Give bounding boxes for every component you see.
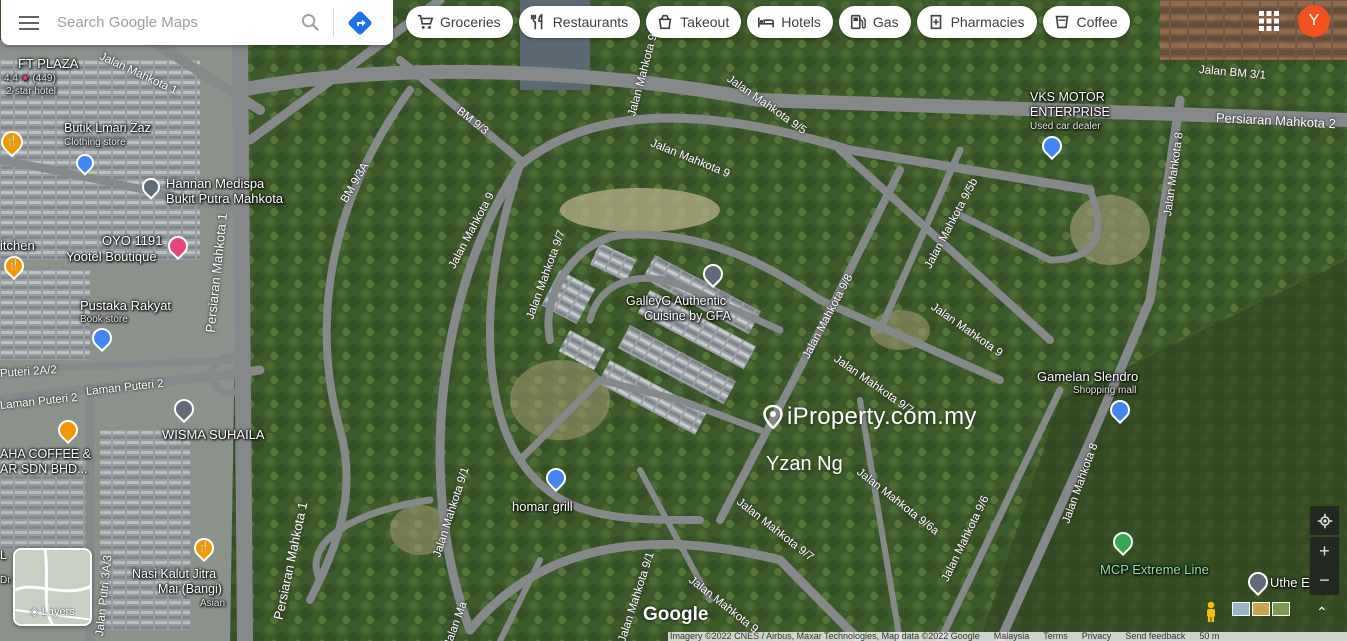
layers-text: Layers	[41, 606, 75, 618]
chip-label: Restaurants	[552, 14, 629, 30]
gas-pump-icon	[850, 14, 866, 30]
chip-groceries[interactable]: Groceries	[406, 6, 513, 38]
poi-name-line2: AR SDN BHD...	[0, 462, 88, 476]
imagery-thumb[interactable]	[1232, 602, 1250, 616]
imagery-credit: Imagery ©2022 CNES / Airbus, Maxar Techn…	[670, 632, 980, 641]
minus-icon: −	[1319, 570, 1330, 590]
chip-takeout[interactable]: Takeout	[646, 6, 742, 38]
poi-name[interactable]: Gamelan Slendro	[1037, 369, 1138, 384]
poi-name-line2: Yootel Boutique	[66, 249, 157, 264]
poi-name[interactable]: AHA COFFEE &	[0, 447, 91, 461]
privacy-link[interactable]: Privacy	[1082, 632, 1112, 641]
google-logo: Google	[643, 604, 709, 625]
layers-button[interactable]: ◈ Layers	[13, 548, 92, 626]
scale-bar[interactable]: 50 m	[1199, 632, 1219, 641]
layers-icon: ◈	[30, 606, 39, 618]
directions-button[interactable]	[334, 0, 386, 45]
poi-type: Asian	[200, 598, 226, 609]
watermark: iProperty.com.my	[763, 403, 977, 431]
poi-type: Used car dealer	[1030, 121, 1101, 132]
poi-name-line2: ENTERPRISE	[1030, 105, 1110, 119]
directions-icon	[348, 11, 372, 34]
poi-type: 2-star hotel	[6, 86, 57, 97]
zoom-in-button[interactable]: +	[1310, 537, 1339, 566]
country-link[interactable]: Malaysia	[994, 632, 1030, 641]
poi-type: Clothing store	[64, 137, 126, 148]
poi-name[interactable]: Uthe E	[1270, 575, 1310, 590]
imagery-thumb[interactable]	[1272, 602, 1290, 616]
poi-type: Shopping mall	[1073, 385, 1137, 396]
location-pin-icon	[763, 405, 783, 429]
category-chips: Groceries Restaurants Takeout Hotels Gas…	[406, 6, 1130, 38]
fork-knife-icon	[530, 13, 543, 30]
crosshair-icon	[1317, 513, 1332, 528]
poi-name[interactable]: Nasi Kalut Jitra	[132, 567, 216, 581]
chip-hotels[interactable]: Hotels	[747, 6, 833, 38]
watermark-user: Yzan Ng	[766, 453, 843, 475]
imagery-thumbnails[interactable]	[1232, 602, 1290, 616]
terms-link[interactable]: Terms	[1043, 632, 1068, 641]
poi-name[interactable]: Pustaka Rakyat	[80, 298, 171, 313]
cart-icon	[417, 14, 434, 29]
menu-button[interactable]	[1, 0, 57, 45]
poi-name-line2: Mai (Bangi)	[158, 582, 222, 596]
poi-name[interactable]: WISMA SUHAILA	[162, 427, 265, 442]
poi-name[interactable]: MCP Extreme Line	[1100, 562, 1209, 577]
poi-rating-value: 4.4	[4, 73, 18, 84]
search-button[interactable]	[287, 0, 333, 45]
takeout-icon	[658, 14, 672, 30]
chip-label: Gas	[872, 14, 899, 30]
poi-review-count: (449)	[32, 73, 56, 84]
poi-name-line2: Dr	[0, 575, 11, 586]
poi-name[interactable]: Hannan Medispa	[166, 176, 264, 191]
pharmacy-icon	[930, 14, 941, 30]
plus-icon: +	[1319, 541, 1330, 561]
attribution-bar: Imagery ©2022 CNES / Airbus, Maxar Techn…	[668, 632, 1347, 641]
poi-name[interactable]: Butik Lmari Zaz	[64, 121, 151, 135]
chip-label: Coffee	[1076, 14, 1118, 30]
chip-label: Pharmacies	[950, 14, 1025, 30]
watermark-site: iProperty.com.my	[787, 403, 977, 430]
poi-name[interactable]: itchen	[0, 238, 35, 253]
account-avatar[interactable]: Y	[1298, 5, 1330, 37]
chip-label: Takeout	[680, 14, 730, 30]
my-location-button[interactable]	[1310, 506, 1339, 535]
imagery-thumb[interactable]	[1252, 602, 1270, 616]
poi-rating: 4.4 ★ (449)	[4, 73, 56, 84]
chip-pharmacies[interactable]: Pharmacies	[916, 6, 1037, 38]
chip-coffee[interactable]: Coffee	[1042, 6, 1130, 38]
poi-name[interactable]: VKS MOTOR	[1030, 90, 1105, 104]
poi-name[interactable]: homar grill	[512, 499, 573, 514]
zoom-out-button[interactable]: −	[1310, 566, 1339, 595]
map-canvas[interactable]: Persiaran Mahkota 2 Jalan BM 3/1 Persiar…	[0, 0, 1347, 641]
layers-label: ◈ Layers	[15, 605, 90, 618]
chip-restaurants[interactable]: Restaurants	[518, 6, 641, 38]
poi-name[interactable]: OYO 1191	[102, 233, 162, 248]
chip-label: Hotels	[781, 14, 821, 30]
chip-label: Groceries	[440, 14, 501, 30]
search-icon	[301, 13, 319, 31]
poi-name[interactable]: FT PLAZA	[18, 56, 78, 71]
bed-icon	[758, 17, 775, 28]
poi-name[interactable]: GalleyG Authentic	[626, 294, 726, 308]
hamburger-icon	[19, 15, 39, 30]
search-bar	[1, 0, 393, 45]
poi-name-line2: Bukit Putra Mahkota	[166, 191, 284, 206]
send-feedback-link[interactable]: Send feedback	[1125, 632, 1185, 641]
poi-type: Book store	[80, 314, 128, 325]
poi-name-line2: Cuisine by GFA	[644, 309, 731, 323]
chip-gas[interactable]: Gas	[838, 6, 911, 38]
apps-grid-icon[interactable]	[1257, 9, 1281, 33]
search-input[interactable]	[57, 14, 287, 31]
street-view-pegman-icon[interactable]	[1202, 601, 1220, 623]
expand-chevron-icon[interactable]: ⌃	[1316, 604, 1328, 621]
star-icon: ★	[20, 73, 30, 84]
poi-name[interactable]: L	[0, 548, 7, 562]
coffee-icon	[1055, 15, 1068, 29]
